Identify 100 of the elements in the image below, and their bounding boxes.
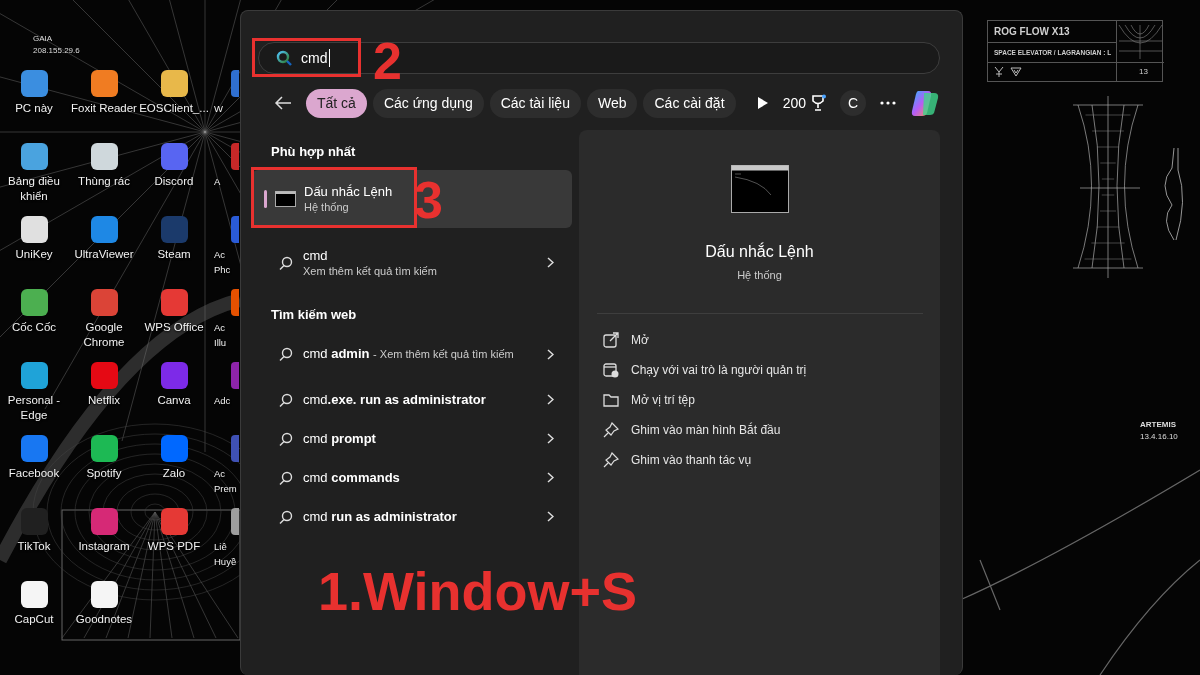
icon-label[interactable]: Ac Illu: [214, 320, 239, 350]
selection-indicator: [264, 189, 267, 208]
app-icon[interactable]: [90, 435, 118, 462]
result-title: Dấu nhắc Lệnh: [304, 182, 393, 200]
search-icon: [279, 255, 293, 270]
icon-label[interactable]: Cốc Cốc: [11, 320, 57, 335]
search-icon: [279, 470, 293, 485]
chevron-icon: [547, 257, 554, 268]
icon-label[interactable]: Bảng điều khiển: [0, 174, 69, 204]
filter-tab[interactable]: Các tài liệu: [489, 88, 581, 118]
icon-label[interactable]: EOSClient_...: [139, 101, 209, 116]
avatar[interactable]: C: [840, 90, 866, 116]
action-item[interactable]: Ghim vào thanh tác vụ: [579, 445, 940, 475]
step-caption: 1.Window+S: [318, 564, 638, 618]
chevron-icon: [547, 511, 554, 522]
more-icon[interactable]: [880, 101, 896, 105]
icon-label[interactable]: WPS Office: [144, 320, 204, 335]
step-number: 3: [414, 173, 443, 226]
action-item[interactable]: Ghim vào màn hình Bắt đầu: [579, 415, 940, 445]
icon-label[interactable]: Facebook: [8, 466, 60, 481]
icon-label[interactable]: Ac Phc: [214, 247, 239, 277]
pin-icon: [603, 422, 619, 438]
app-icon[interactable]: [90, 143, 118, 170]
result-title: cmd: [303, 246, 329, 264]
details-title: Dấu nhắc Lệnh: [705, 241, 814, 262]
copilot-icon[interactable]: [910, 89, 940, 117]
icon-label[interactable]: PC này: [15, 101, 53, 116]
icon-label[interactable]: CapCut: [14, 612, 54, 627]
result-subtitle: Hệ thống: [304, 199, 350, 215]
section-heading: Phù hợp nhất: [270, 143, 357, 161]
icon-label[interactable]: Spotify: [86, 466, 122, 481]
icon-label[interactable]: Thùng rác: [78, 174, 130, 189]
app-icon[interactable]: [20, 289, 48, 316]
icon-label[interactable]: TikTok: [17, 539, 51, 554]
app-icon[interactable]: [20, 70, 48, 97]
icon-label[interactable]: UltraViewer: [74, 247, 134, 262]
icon-label[interactable]: Goodnotes: [75, 612, 133, 627]
result-item[interactable]: cmd Xem thêm kết quả tìm kiếm: [252, 242, 572, 283]
action-item[interactable]: Chạy với vai trò là người quản trị: [579, 355, 940, 385]
icon-label[interactable]: WPS PDF: [147, 539, 201, 554]
play-icon[interactable]: [756, 96, 769, 110]
corner-title: GAIA: [33, 33, 54, 45]
filter-tab[interactable]: Các ứng dụng: [372, 88, 484, 118]
chevron-icon: [547, 394, 554, 405]
trophy-icon: [810, 94, 826, 112]
icon-label[interactable]: A: [214, 174, 239, 189]
app-icon[interactable]: [20, 216, 48, 243]
search-icon: [279, 347, 293, 361]
app-icon[interactable]: [20, 362, 48, 389]
icon-label[interactable]: Ac Prem: [214, 466, 239, 496]
result-subtitle: Xem thêm kết quả tìm kiếm: [303, 263, 438, 279]
app-icon[interactable]: [90, 70, 118, 97]
icon-label[interactable]: Discord: [154, 174, 194, 189]
chevron-icon: [547, 348, 554, 360]
icon-label[interactable]: Liê Huyề: [214, 539, 239, 569]
filter-tab[interactable]: Các cài đặt: [643, 88, 736, 118]
icon-label[interactable]: Adc: [214, 393, 239, 408]
side-title: ARTEMIS: [1140, 419, 1177, 431]
icon-label[interactable]: Steam: [157, 247, 191, 262]
web-result[interactable]: cmd.exe. run as administrator: [252, 380, 572, 419]
icon-label[interactable]: UniKey: [15, 247, 53, 262]
web-result[interactable]: cmd commands: [252, 458, 572, 497]
search-icon: [279, 509, 293, 524]
section-heading: Tìm kiếm web: [270, 305, 358, 324]
chevron-icon: [547, 433, 554, 444]
action-item[interactable]: Mở: [579, 325, 940, 355]
search-icon: [279, 431, 293, 446]
result-item[interactable]: Dấu nhắc Lệnh Hệ thống 3: [252, 169, 572, 228]
icon-label[interactable]: Zalo: [162, 466, 186, 481]
chevron-icon: [547, 472, 554, 483]
app-icon[interactable]: [20, 143, 48, 170]
terminal-icon: [275, 190, 296, 207]
triangle-icon: [1010, 67, 1022, 77]
filter-tab[interactable]: Tất cả: [306, 88, 367, 118]
action-item[interactable]: Mở vị trí tệp: [579, 385, 940, 415]
terminal-icon: [730, 165, 789, 213]
pin-icon: [603, 452, 619, 468]
card-title: ROG FLOW X13: [988, 21, 1116, 43]
open-external-icon: [603, 332, 619, 348]
icon-label[interactable]: Instagram: [78, 539, 130, 554]
points-count: 200: [782, 93, 806, 113]
web-result[interactable]: cmd run as administrator: [252, 497, 572, 536]
icon-label[interactable]: Netflix: [88, 393, 120, 408]
icon-label[interactable]: Canva: [157, 393, 191, 408]
web-result[interactable]: cmd admin - Xem thêm kết quả tìm kiếm: [252, 328, 572, 380]
app-icon[interactable]: [90, 581, 118, 608]
corner-address: 208.155.29.6: [33, 45, 80, 57]
filter-tab[interactable]: Web: [586, 88, 638, 118]
icon-label[interactable]: W: [214, 101, 239, 116]
app-icon[interactable]: [160, 70, 188, 97]
app-icon[interactable]: [20, 581, 48, 608]
icon-label[interactable]: Foxit Reader: [71, 101, 137, 116]
search-icon: [276, 50, 292, 66]
folder-icon: [603, 392, 619, 408]
icon-label[interactable]: Google Chrome: [69, 320, 139, 350]
card-number: 13: [1116, 63, 1164, 81]
icon-label[interactable]: Personal - Edge: [0, 393, 69, 423]
web-result[interactable]: cmd prompt: [252, 419, 572, 458]
details-subtitle: Hệ thống: [737, 268, 782, 283]
back-arrow-icon[interactable]: [274, 96, 292, 110]
